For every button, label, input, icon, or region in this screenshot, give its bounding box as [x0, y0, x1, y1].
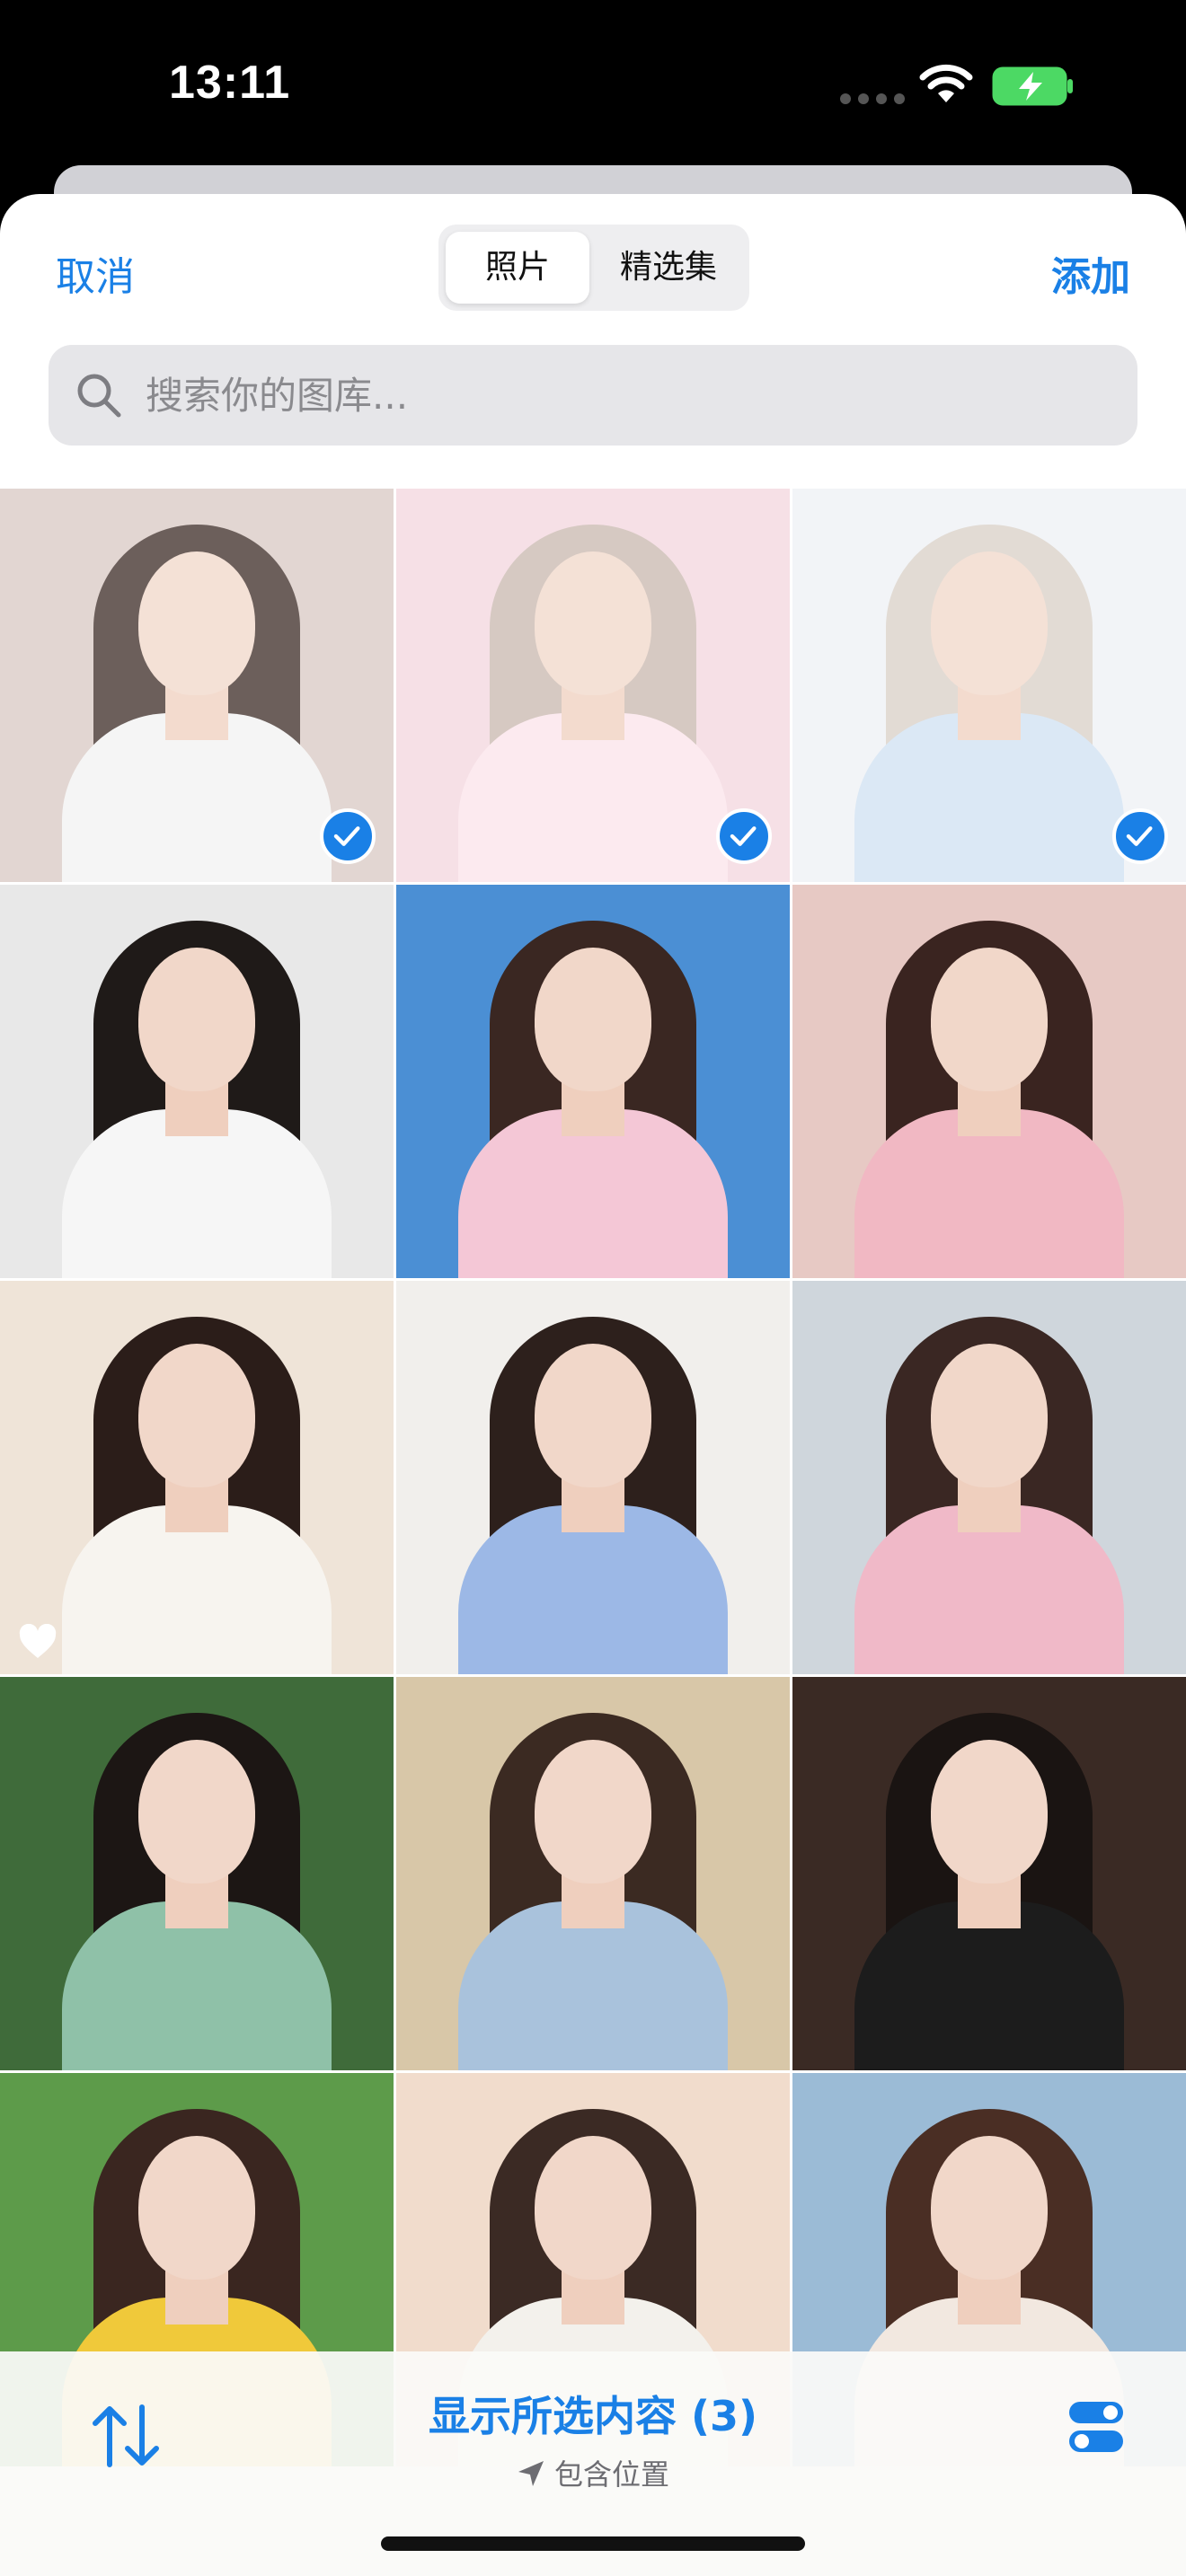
- include-location-row[interactable]: 包含位置: [0, 2452, 1186, 2493]
- photo-thumbnail[interactable]: [396, 885, 790, 1278]
- cancel-button[interactable]: 取消: [56, 244, 135, 302]
- photo-thumbnail[interactable]: [792, 885, 1186, 1278]
- checkmark-icon: [716, 808, 772, 864]
- options-toggle-icon[interactable]: [1066, 2396, 1127, 2457]
- photo-thumbnail[interactable]: [396, 489, 790, 882]
- search-bar[interactable]: [49, 345, 1137, 446]
- photo-thumbnail[interactable]: [396, 1281, 790, 1674]
- battery-charging-icon: [992, 66, 1073, 106]
- wifi-icon: [919, 64, 973, 102]
- photo-thumbnail[interactable]: [792, 1281, 1186, 1674]
- location-arrow-icon: [518, 2461, 544, 2486]
- checkmark-icon: [1112, 808, 1168, 864]
- photo-thumbnail[interactable]: [0, 1281, 394, 1674]
- source-segmented-control: 照片 精选集: [438, 225, 749, 311]
- status-time: 13:11: [169, 57, 291, 109]
- checkmark-icon: [320, 808, 376, 864]
- status-bar: 13:11: [0, 0, 1186, 171]
- favorite-heart-icon: [19, 1624, 57, 1658]
- photo-thumbnail[interactable]: [0, 885, 394, 1278]
- cellular-signal-icon: [840, 93, 905, 104]
- photo-thumbnail[interactable]: [396, 1677, 790, 2070]
- photo-thumbnail[interactable]: [0, 489, 394, 882]
- segment-photos[interactable]: 照片: [446, 232, 589, 304]
- include-location-label: 包含位置: [553, 2457, 669, 2492]
- segment-collections[interactable]: 精选集: [593, 232, 744, 304]
- search-icon: [77, 374, 121, 418]
- photo-thumbnail[interactable]: [792, 489, 1186, 882]
- search-input[interactable]: [146, 345, 1098, 446]
- home-indicator: [381, 2536, 805, 2551]
- picker-nav-bar: 取消 照片 精选集 添加: [0, 194, 1186, 338]
- add-button[interactable]: 添加: [1051, 244, 1130, 302]
- photo-thumbnail[interactable]: [0, 1677, 394, 2070]
- photo-thumbnail[interactable]: [792, 1677, 1186, 2070]
- show-selected-button[interactable]: 显示所选内容 (3): [0, 2384, 1186, 2443]
- photo-picker-sheet: 取消 照片 精选集 添加: [0, 194, 1186, 2576]
